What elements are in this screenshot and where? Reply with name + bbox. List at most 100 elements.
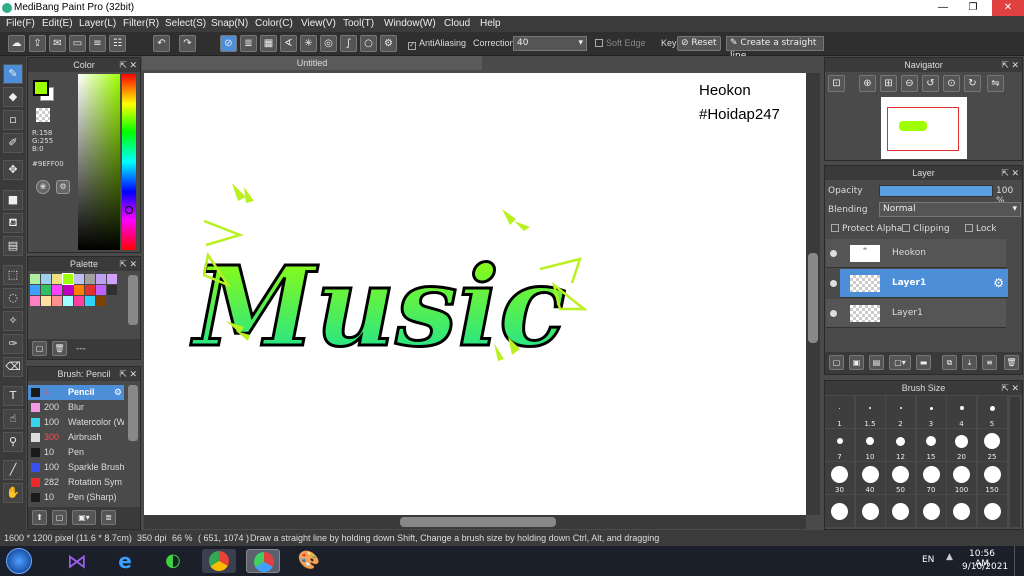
layer-menu-icon[interactable]: ≡	[982, 355, 997, 370]
duplicate-layer-icon[interactable]: ⧉	[942, 355, 957, 370]
close-button[interactable]: ✕	[992, 0, 1024, 16]
new-palette-icon[interactable]: ▢	[32, 341, 47, 356]
brush-item-selected[interactable]: 4 Pencil ⚙	[28, 385, 124, 400]
move-tool-icon[interactable]: ✥	[3, 160, 23, 180]
menu-color[interactable]: Color(C)	[255, 18, 293, 29]
layer-row[interactable]: Layer1	[826, 299, 1006, 328]
rotate-reset-icon[interactable]: ⊙	[943, 75, 960, 92]
eyedropper-icon[interactable]: ⚲	[3, 432, 23, 452]
folder-icon[interactable]: ▬	[916, 355, 931, 370]
magic-wand-icon[interactable]: ✧	[3, 311, 23, 331]
new-brush-icon[interactable]: ▢	[52, 510, 67, 525]
knife-tool-icon[interactable]: ╱	[3, 460, 23, 480]
navigator-preview[interactable]	[881, 97, 967, 159]
brush-item[interactable]: 10 Pen (Sharp)	[28, 490, 124, 505]
brush-size-cell[interactable]	[825, 495, 854, 527]
panel-float-close-icon[interactable]: ⇱ ✕	[1001, 381, 1019, 395]
antialiasing-checkbox[interactable]: ✓ AntiAliasing	[408, 38, 466, 50]
menu-cloud[interactable]: Cloud	[444, 18, 470, 29]
gradient-tool-icon[interactable]: ▤	[3, 236, 23, 256]
menu-layer[interactable]: Layer(L)	[79, 18, 116, 29]
color-settings-icon[interactable]: ⚙	[56, 180, 70, 194]
brush-item[interactable]: 100 Sparkle Brush	[28, 460, 124, 475]
color-wheel-icon[interactable]: ❀	[36, 180, 50, 194]
hue-slider[interactable]	[122, 74, 136, 250]
brush-size-cell[interactable]: 30	[825, 462, 854, 494]
vertical-scrollbar[interactable]	[806, 73, 820, 515]
brush-size-cell[interactable]: 20	[947, 429, 976, 461]
foreground-color-swatch[interactable]	[33, 80, 49, 96]
maximize-button[interactable]: ❐	[962, 0, 984, 16]
menu-window[interactable]: Window(W)	[384, 18, 436, 29]
brush-size-cell[interactable]	[947, 495, 976, 527]
panel-float-close-icon[interactable]: ⇱ ✕	[1001, 166, 1019, 180]
clock-date[interactable]: 9/10/2021	[962, 562, 1008, 572]
brush-size-cell[interactable]: 7	[825, 429, 854, 461]
eye-icon[interactable]	[830, 310, 837, 317]
rect-select-icon[interactable]: ⬚	[3, 265, 23, 285]
brush-size-scrollbar[interactable]	[1010, 397, 1020, 527]
brush-size-cell[interactable]: 12	[886, 429, 915, 461]
palette-swatches[interactable]	[30, 273, 128, 306]
transparent-swatch[interactable]	[36, 108, 50, 122]
brush-size-cell[interactable]: 100	[947, 462, 976, 494]
brush-item[interactable]: 300 Airbrush	[28, 430, 124, 445]
brush-tool-icon[interactable]: ✎	[3, 64, 23, 84]
clipping-checkbox[interactable]: Clipping	[902, 224, 950, 234]
eye-icon[interactable]	[830, 250, 837, 257]
cloud-icon[interactable]: ☁	[8, 35, 25, 52]
brush-size-cell[interactable]: 4	[947, 396, 976, 428]
zoom-out-icon[interactable]: ⊖	[901, 75, 918, 92]
menu-file[interactable]: File(F)	[6, 18, 35, 29]
zoom-in-icon[interactable]: ⊕	[859, 75, 876, 92]
menu-tool[interactable]: Tool(T)	[343, 18, 374, 29]
menu-edit[interactable]: Edit(E)	[42, 18, 73, 29]
brush-size-cell[interactable]: 70	[916, 462, 946, 494]
medibang-taskbar-button[interactable]	[246, 549, 280, 573]
opacity-slider[interactable]	[879, 185, 993, 197]
coccoc-icon[interactable]: ◐	[156, 549, 190, 573]
tray-arrow-icon[interactable]: ▲	[946, 552, 953, 562]
rotate-left-icon[interactable]: ↺	[922, 75, 939, 92]
grid-snap-icon[interactable]: ▦	[260, 35, 277, 52]
menu-filter[interactable]: Filter(R)	[123, 18, 159, 29]
brush-menu-icon[interactable]: ▣▾	[72, 510, 96, 525]
brush-size-cell[interactable]: 150	[977, 462, 1007, 494]
panel-float-close-icon[interactable]: ⇱ ✕	[119, 58, 137, 72]
brush-scrollbar[interactable]	[128, 385, 138, 441]
comment-icon[interactable]: ✉	[49, 35, 66, 52]
panel-float-close-icon[interactable]: ⇱ ✕	[119, 257, 137, 271]
select-eraser-icon[interactable]: ⌫	[3, 357, 23, 377]
layer-settings-gear-icon[interactable]: ⚙	[993, 269, 1004, 298]
redo-icon[interactable]: ↷	[179, 35, 196, 52]
curve-snap-icon[interactable]: ∫	[340, 35, 357, 52]
new-halftone-layer-icon[interactable]: ▣	[849, 355, 864, 370]
document-tab[interactable]: Untitled	[142, 56, 482, 70]
paint-icon[interactable]: 🎨	[292, 549, 326, 573]
brush-size-cell[interactable]: 25	[977, 429, 1007, 461]
visual-studio-icon[interactable]: ⋈	[60, 549, 94, 573]
eye-icon[interactable]	[830, 280, 837, 287]
parallel-snap-icon[interactable]: ≣	[240, 35, 257, 52]
brush-item[interactable]: 100 Watercolor (W	[28, 415, 124, 430]
new-8bit-layer-icon[interactable]: ▤	[869, 355, 884, 370]
chrome-taskbar-button[interactable]	[202, 549, 236, 573]
select-pen-tool-icon[interactable]: ✐	[3, 133, 23, 153]
menu-view[interactable]: View(V)	[301, 18, 336, 29]
brush-item[interactable]: 200 Blur	[28, 400, 124, 415]
menu-select[interactable]: Select(S)	[165, 18, 206, 29]
layer-row[interactable]: ≈ Heokon	[826, 239, 1006, 268]
brush-size-cell[interactable]	[886, 495, 915, 527]
hue-slider-handle[interactable]	[125, 206, 133, 214]
circle-snap-icon[interactable]: ○	[360, 35, 377, 52]
text-tool-icon[interactable]: T	[3, 386, 23, 406]
undo-icon[interactable]: ↶	[153, 35, 170, 52]
brush-size-cell[interactable]	[916, 495, 946, 527]
new-layer-icon[interactable]: ▢	[829, 355, 844, 370]
brush-size-cell[interactable]: 3	[916, 396, 946, 428]
protect-alpha-checkbox[interactable]: Protect Alpha	[831, 224, 902, 234]
brush-size-cell[interactable]: 1.5	[855, 396, 885, 428]
minimize-button[interactable]: —	[932, 0, 954, 16]
merge-layer-icon[interactable]: ⤓	[962, 355, 977, 370]
settings-gear-icon[interactable]: ⚙	[380, 35, 397, 52]
